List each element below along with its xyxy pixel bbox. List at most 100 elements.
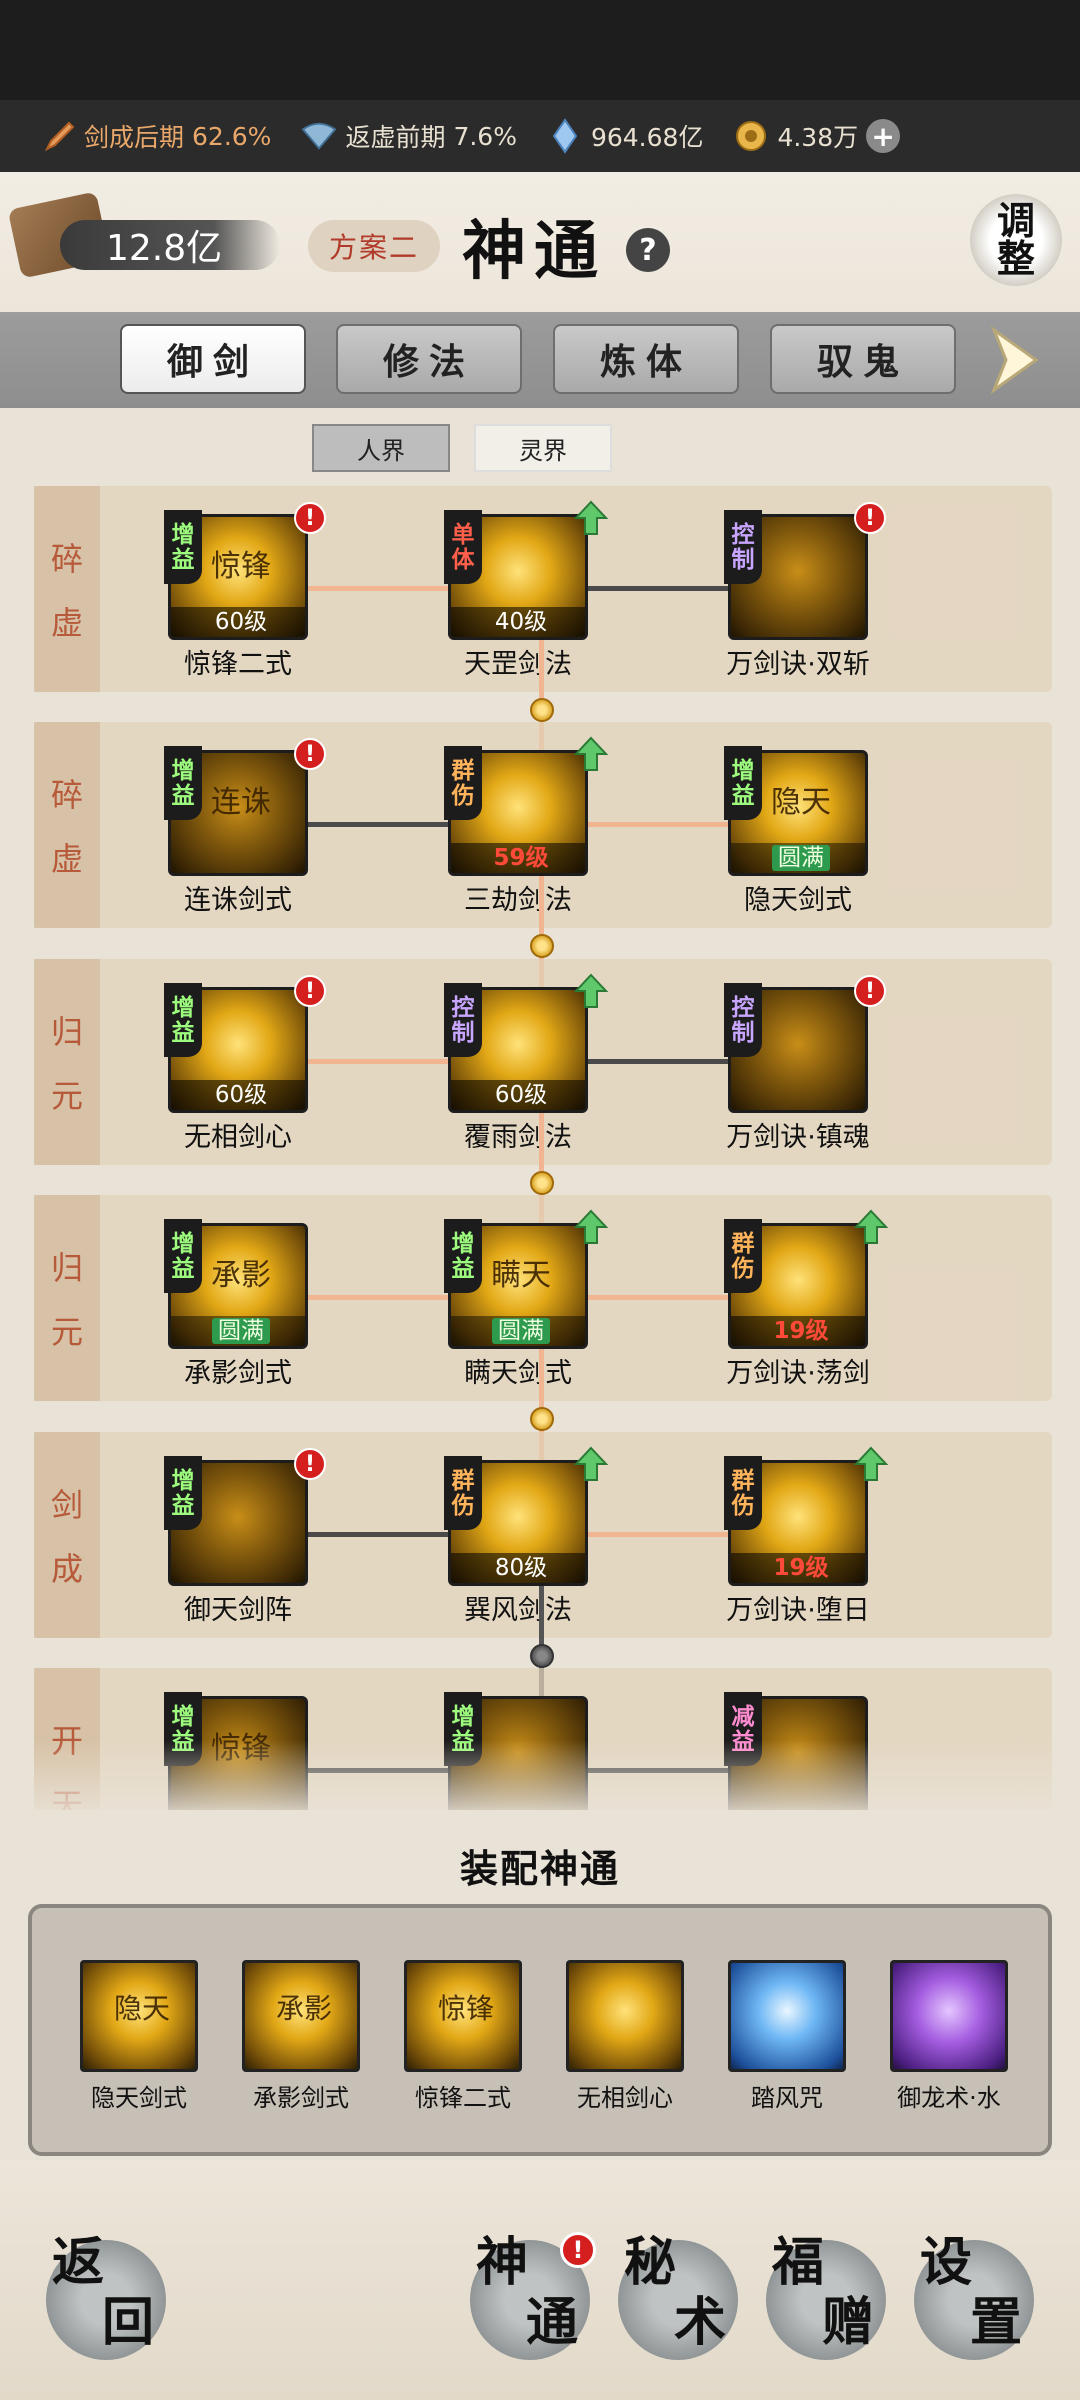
alert-badge: !	[294, 502, 326, 534]
skill-type-char: 制	[731, 546, 755, 573]
equipped-panel: 隐天 隐天剑式 承影 承影剑式 惊锋 惊锋二式无相剑心 踏风咒御龙术·水	[28, 1904, 1052, 2156]
skill-type-char: 体	[451, 546, 475, 573]
skill-name: 隐天剑式	[744, 885, 852, 916]
back-button[interactable]: 返 回	[46, 2232, 166, 2360]
skill-node[interactable]: 隐天 圆满增益隐天剑式	[724, 746, 868, 916]
skill-node[interactable]: 惊锋 60级增益! 惊锋二式	[164, 502, 326, 680]
help-button[interactable]: ?	[626, 228, 670, 272]
top-decor-band	[0, 0, 1080, 100]
stage-char: 归	[50, 1249, 83, 1287]
upgrade-arrow-icon	[573, 973, 609, 1009]
skill-node[interactable]: 控制! 万剑诀·双斩	[724, 502, 886, 680]
skill-node[interactable]: 60级 增益! 无相剑心	[164, 975, 326, 1153]
adjust-button[interactable]: 调 整	[970, 194, 1062, 286]
stage-char: 成	[50, 1550, 83, 1588]
skill-node[interactable]: 连诛增益! 连诛剑式	[164, 738, 326, 916]
skill-name: 无相剑心	[184, 1122, 292, 1153]
equipped-slot[interactable]: 无相剑心	[566, 1960, 684, 2113]
nav-shentong[interactable]: 神 通 !	[470, 2232, 596, 2360]
realm-progress-label: 剑成后期	[84, 123, 185, 152]
skill-type-char: 增	[451, 1702, 475, 1730]
tab-yujian[interactable]: 御剑	[120, 324, 306, 394]
equipped-skill-name: 承影剑式	[253, 2084, 349, 2112]
tab-lianti[interactable]: 炼体	[553, 324, 739, 394]
skill-level-text: 圆满	[772, 845, 830, 871]
skill-level-text: 圆满	[492, 1318, 550, 1344]
tab-spirit-realm[interactable]: 灵界	[474, 424, 612, 472]
equipped-skill-icon: 隐天	[80, 1960, 198, 2072]
nav-fuzeng[interactable]: 福 赠	[766, 2232, 886, 2360]
skill-type-tag: 群伤	[724, 1456, 762, 1530]
skill-node[interactable]: 19级 群伤万剑诀·堕日	[724, 1446, 889, 1626]
add-coins-button[interactable]: +	[866, 119, 901, 153]
nav-mishu[interactable]: 秘 术	[618, 2232, 738, 2360]
skill-type-char: 制	[731, 1019, 755, 1046]
mishu-char-2: 术	[674, 2292, 727, 2353]
sub-progress-label: 返虚前期	[345, 123, 446, 152]
equipped-skill-icon	[728, 1960, 846, 2072]
skill-tree[interactable]: 碎虚惊锋 60级增益! 惊锋二式 40级单体天罡剑法控制! 万剑诀·双斩碎虚连诛增益! 连…	[0, 480, 1080, 1810]
nav-settings[interactable]: 设 置	[914, 2232, 1034, 2360]
equipped-skill-name: 无相剑心	[577, 2084, 673, 2112]
tab-xiufa[interactable]: 修法	[336, 324, 522, 394]
skill-type-tag: 增益	[164, 510, 202, 584]
tree-connector	[588, 1532, 728, 1537]
skill-type-tag: 控制	[724, 510, 762, 584]
adjust-char-1: 调	[996, 198, 1035, 243]
skill-type-tag: 增益	[444, 1219, 482, 1293]
skill-node[interactable]: 增益! 御天剑阵	[164, 1448, 326, 1626]
crystal-value: 964.68亿	[590, 123, 704, 152]
equipped-skill-name: 惊锋二式	[415, 2084, 511, 2112]
skill-name: 连诛剑式	[184, 885, 292, 916]
skill-name: 瞒天剑式	[464, 1358, 572, 1389]
skill-node[interactable]: 控制! 万剑诀·镇魂	[724, 975, 886, 1153]
realm-progress[interactable]: 剑成后期 62.6%	[40, 118, 271, 154]
skill-level: 圆满	[451, 1316, 585, 1346]
tab-human-realm[interactable]: 人界	[312, 424, 450, 472]
skill-node[interactable]: 瞒天 圆满增益瞒天剑式	[444, 1209, 609, 1389]
tree-node-dot	[530, 934, 554, 958]
skill-node[interactable]: 60级 控制覆雨剑法	[444, 973, 609, 1153]
equipped-skill-name: 御龙术·水	[897, 2084, 1001, 2112]
skill-type-tag: 增益	[164, 1456, 202, 1530]
equipped-slot[interactable]: 御龙术·水	[890, 1960, 1008, 2113]
sub-progress[interactable]: 返虚前期 7.6%	[301, 118, 517, 154]
skill-node[interactable]: 59级 群伤三劫剑法	[444, 736, 609, 916]
skill-type-char: 伤	[731, 1255, 755, 1282]
skill-type-char: 群	[731, 1466, 755, 1494]
stage-label: 剑成	[34, 1432, 100, 1638]
crystal-balance[interactable]: 964.68亿	[547, 118, 703, 154]
skill-name: 万剑诀·镇魂	[726, 1122, 870, 1153]
tab-qugui[interactable]: 驭鬼	[770, 324, 956, 394]
coin-balance[interactable]: 4.38万 +	[733, 118, 901, 154]
skill-type-char: 增	[731, 756, 755, 784]
equipped-skill-icon	[890, 1960, 1008, 2072]
tree-fade-overlay	[0, 1740, 1080, 1820]
skill-name: 承影剑式	[184, 1358, 292, 1389]
upgrade-arrow-icon	[573, 1209, 609, 1245]
tree-node-dot	[530, 698, 554, 722]
skill-node[interactable]: 承影 圆满增益承影剑式	[164, 1219, 308, 1389]
stage-char: 碎	[50, 540, 83, 578]
equipped-slot[interactable]: 承影 承影剑式	[242, 1960, 360, 2113]
equipped-slot[interactable]: 惊锋 惊锋二式	[404, 1960, 522, 2113]
skill-node[interactable]: 40级 单体天罡剑法	[444, 500, 609, 680]
tree-connector	[308, 1532, 448, 1537]
realm-progress-value: 62.6%	[192, 121, 272, 151]
fuzeng-char-2: 赠	[822, 2292, 875, 2353]
skill-type-char: 益	[451, 1255, 475, 1282]
skill-level: 圆满	[171, 1316, 305, 1346]
upgrade-arrow-icon	[573, 736, 609, 772]
equipped-slot[interactable]: 隐天 隐天剑式	[80, 1960, 198, 2113]
equipped-slot[interactable]: 踏风咒	[728, 1960, 846, 2113]
skill-type-char: 减	[731, 1702, 755, 1730]
skill-node[interactable]: 80级 群伤巽风剑法	[444, 1446, 609, 1626]
tree-connector	[308, 1059, 448, 1064]
skill-node[interactable]: 19级 群伤万剑诀·荡剑	[724, 1209, 889, 1389]
skill-type-char: 群	[451, 1466, 475, 1494]
upgrade-arrow-icon	[853, 1209, 889, 1245]
skill-type-char: 伤	[451, 1492, 475, 1519]
plan-selector[interactable]: 方案二	[308, 220, 440, 272]
stage-label: 碎虚	[34, 722, 100, 928]
chevron-right-icon[interactable]	[984, 325, 1044, 395]
